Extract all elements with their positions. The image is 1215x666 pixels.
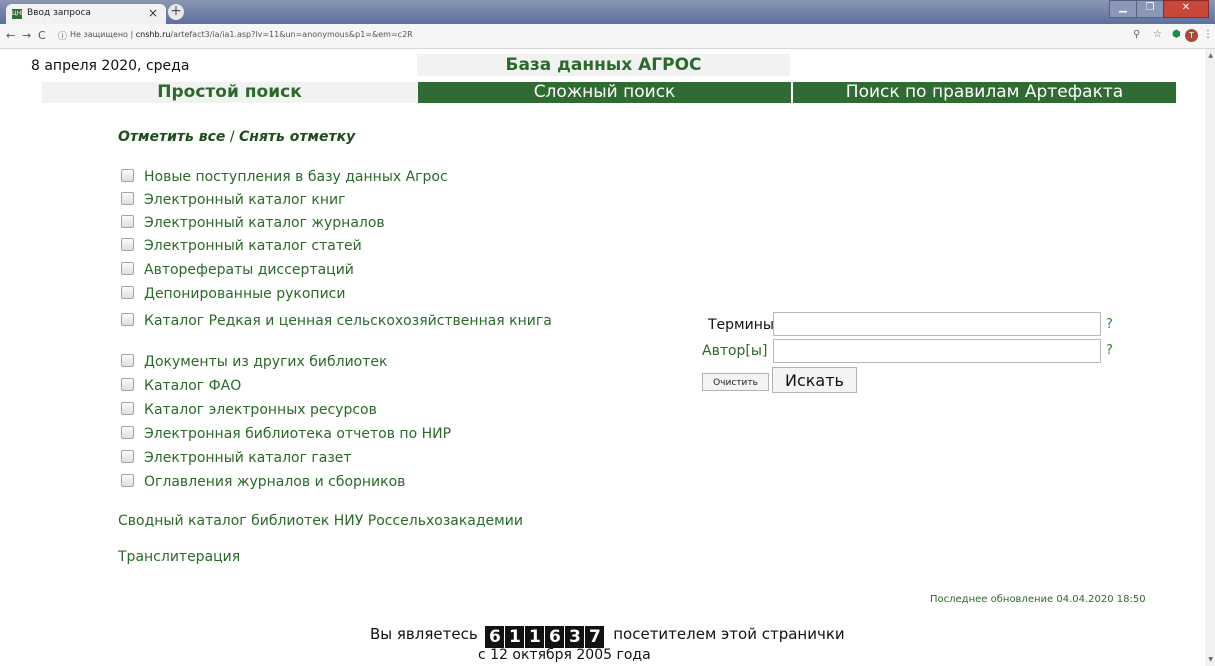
counter-digit: 1 <box>505 626 525 648</box>
database-checkbox[interactable] <box>121 262 134 275</box>
visitor-prefix: Вы являетесь <box>370 625 478 643</box>
database-checkbox[interactable] <box>121 354 134 367</box>
database-checkbox[interactable] <box>121 169 134 182</box>
scroll-down-icon[interactable]: ▼ <box>1208 656 1213 663</box>
database-label[interactable]: Каталог ФАО <box>144 378 241 394</box>
database-label[interactable]: Депонированные рукописи <box>144 286 345 302</box>
close-window-button[interactable]: ✕ <box>1163 0 1209 18</box>
maximize-button[interactable]: ❐ <box>1136 0 1163 18</box>
database-label[interactable]: Электронный каталог книг <box>144 192 345 208</box>
browser-titlebar: ЦНБ Ввод запроса × + ▁ ❐ ✕ <box>0 0 1215 24</box>
database-checkbox[interactable] <box>121 313 134 326</box>
counter-digit: 3 <box>565 626 585 648</box>
search-button[interactable]: Искать <box>772 367 857 393</box>
minimize-button[interactable]: ▁ <box>1109 0 1136 18</box>
database-label[interactable]: Оглавления журналов и сборников <box>144 474 405 490</box>
window-controls: ▁ ❐ ✕ <box>1109 0 1209 18</box>
profile-avatar[interactable]: T <box>1185 29 1198 42</box>
new-tab-button[interactable]: + <box>168 4 184 20</box>
database-label[interactable]: Новые поступления в базу данных Агрос <box>144 169 448 185</box>
database-checkbox[interactable] <box>121 286 134 299</box>
database-item: Оглавления журналов и сборников <box>118 474 405 490</box>
selection-controls: Отметить все / Снять отметку <box>118 129 355 145</box>
reload-icon[interactable]: C <box>38 29 46 42</box>
database-label[interactable]: Авторефераты диссертаций <box>144 262 354 278</box>
visitor-counter: 6 1 1 6 3 7 <box>485 626 605 648</box>
database-checkbox[interactable] <box>121 192 134 205</box>
database-item: Каталог Редкая и ценная сельскохозяйстве… <box>118 312 568 331</box>
database-label[interactable]: Электронный каталог журналов <box>144 215 385 231</box>
authors-input[interactable] <box>773 339 1101 363</box>
database-checkbox[interactable] <box>121 378 134 391</box>
counter-since-text: с 12 октября 2005 года <box>478 647 651 663</box>
terms-label: Термины <box>708 317 774 333</box>
page-scrollbar[interactable] <box>1205 49 1215 666</box>
browser-tab[interactable]: ЦНБ Ввод запроса × <box>6 4 166 24</box>
database-item: Авторефераты диссертаций <box>118 262 354 278</box>
site-favicon-icon: ЦНБ <box>12 9 26 19</box>
database-label[interactable]: Документы из других библиотек <box>144 354 387 370</box>
counter-digit: 7 <box>585 626 605 648</box>
database-item: Новые поступления в базу данных Агрос <box>118 169 448 185</box>
database-item: Электронный каталог газет <box>118 450 352 466</box>
database-checkbox[interactable] <box>121 238 134 251</box>
tab-title: Ввод запроса <box>27 8 91 18</box>
url-text: Не защищено | cnshb.ru/artefact3/ia/ia1.… <box>70 30 413 39</box>
database-checkbox[interactable] <box>121 474 134 487</box>
database-item: Электронный каталог статей <box>118 238 362 254</box>
page-content: 8 апреля 2020, среда База данных АГРОС П… <box>0 49 1205 666</box>
back-icon[interactable]: ← <box>6 29 15 42</box>
database-label[interactable]: Электронный каталог статей <box>144 238 362 254</box>
database-label[interactable]: Каталог электронных ресурсов <box>144 402 377 418</box>
database-item: Документы из других библиотек <box>118 354 387 370</box>
counter-digit: 6 <box>545 626 565 648</box>
database-checkbox[interactable] <box>121 426 134 439</box>
database-checkbox[interactable] <box>121 402 134 415</box>
tab-artefact-search[interactable]: Поиск по правилам Артефакта <box>791 82 1176 103</box>
database-label[interactable]: Электронный каталог газет <box>144 450 352 466</box>
visitor-suffix: посетителем этой странички <box>613 625 845 643</box>
database-checkbox[interactable] <box>121 450 134 463</box>
authors-help-link[interactable]: ? <box>1106 343 1113 358</box>
last-update-text: Последнее обновление 04.04.2020 18:50 <box>930 594 1146 605</box>
address-bar: ← → C ⓘ Не защищено | cnshb.ru/artefact3… <box>0 24 1215 49</box>
tab-close-icon[interactable]: × <box>148 6 158 20</box>
info-icon[interactable]: ⓘ <box>58 29 67 42</box>
extension-shield-icon[interactable]: ⬢ <box>1172 29 1181 40</box>
visitor-counter-line: Вы являетесь 6 1 1 6 3 7 посетителем это… <box>370 625 845 648</box>
terms-input[interactable] <box>773 312 1101 336</box>
tab-complex-search[interactable]: Сложный поиск <box>417 82 791 103</box>
unmark-all-link[interactable]: Снять отметку <box>239 129 355 145</box>
database-title: База данных АГРОС <box>417 54 790 76</box>
counter-digit: 6 <box>485 626 505 648</box>
current-date: 8 апреля 2020, среда <box>31 58 190 74</box>
database-item: Депонированные рукописи <box>118 286 345 302</box>
authors-label[interactable]: Автор[ы] <box>702 343 767 359</box>
scroll-up-icon[interactable]: ▲ <box>1208 52 1213 59</box>
selection-separator: / <box>225 129 239 145</box>
database-item: Каталог электронных ресурсов <box>118 402 377 418</box>
database-item: Электронный каталог книг <box>118 192 345 208</box>
bookmark-star-icon[interactable]: ☆ <box>1153 29 1162 40</box>
database-item: Каталог ФАО <box>118 378 241 394</box>
forward-icon[interactable]: → <box>22 29 31 42</box>
database-checkbox[interactable] <box>121 215 134 228</box>
menu-kebab-icon[interactable]: ⋮ <box>1203 29 1213 40</box>
transliteration-link[interactable]: Транслитерация <box>118 549 240 565</box>
tab-simple-search[interactable]: Простой поиск <box>42 82 417 103</box>
search-tabs: Простой поиск Сложный поиск Поиск по пра… <box>42 82 1176 103</box>
zoom-icon[interactable]: ⚲ <box>1133 29 1140 40</box>
union-catalog-link[interactable]: Сводный каталог библиотек НИУ Россельхоз… <box>118 513 523 529</box>
database-item: Электронная библиотека отчетов по НИР <box>118 426 451 442</box>
database-item: Электронный каталог журналов <box>118 215 385 231</box>
mark-all-link[interactable]: Отметить все <box>118 129 225 145</box>
counter-digit: 1 <box>525 626 545 648</box>
database-label[interactable]: Каталог Редкая и ценная сельскохозяйстве… <box>144 313 552 329</box>
terms-help-link[interactable]: ? <box>1106 317 1113 332</box>
url-field[interactable]: ⓘ Не защищено | cnshb.ru/artefact3/ia/ia… <box>58 27 1178 45</box>
database-label[interactable]: Электронная библиотека отчетов по НИР <box>144 426 451 442</box>
clear-button[interactable]: Очистить <box>702 373 769 391</box>
